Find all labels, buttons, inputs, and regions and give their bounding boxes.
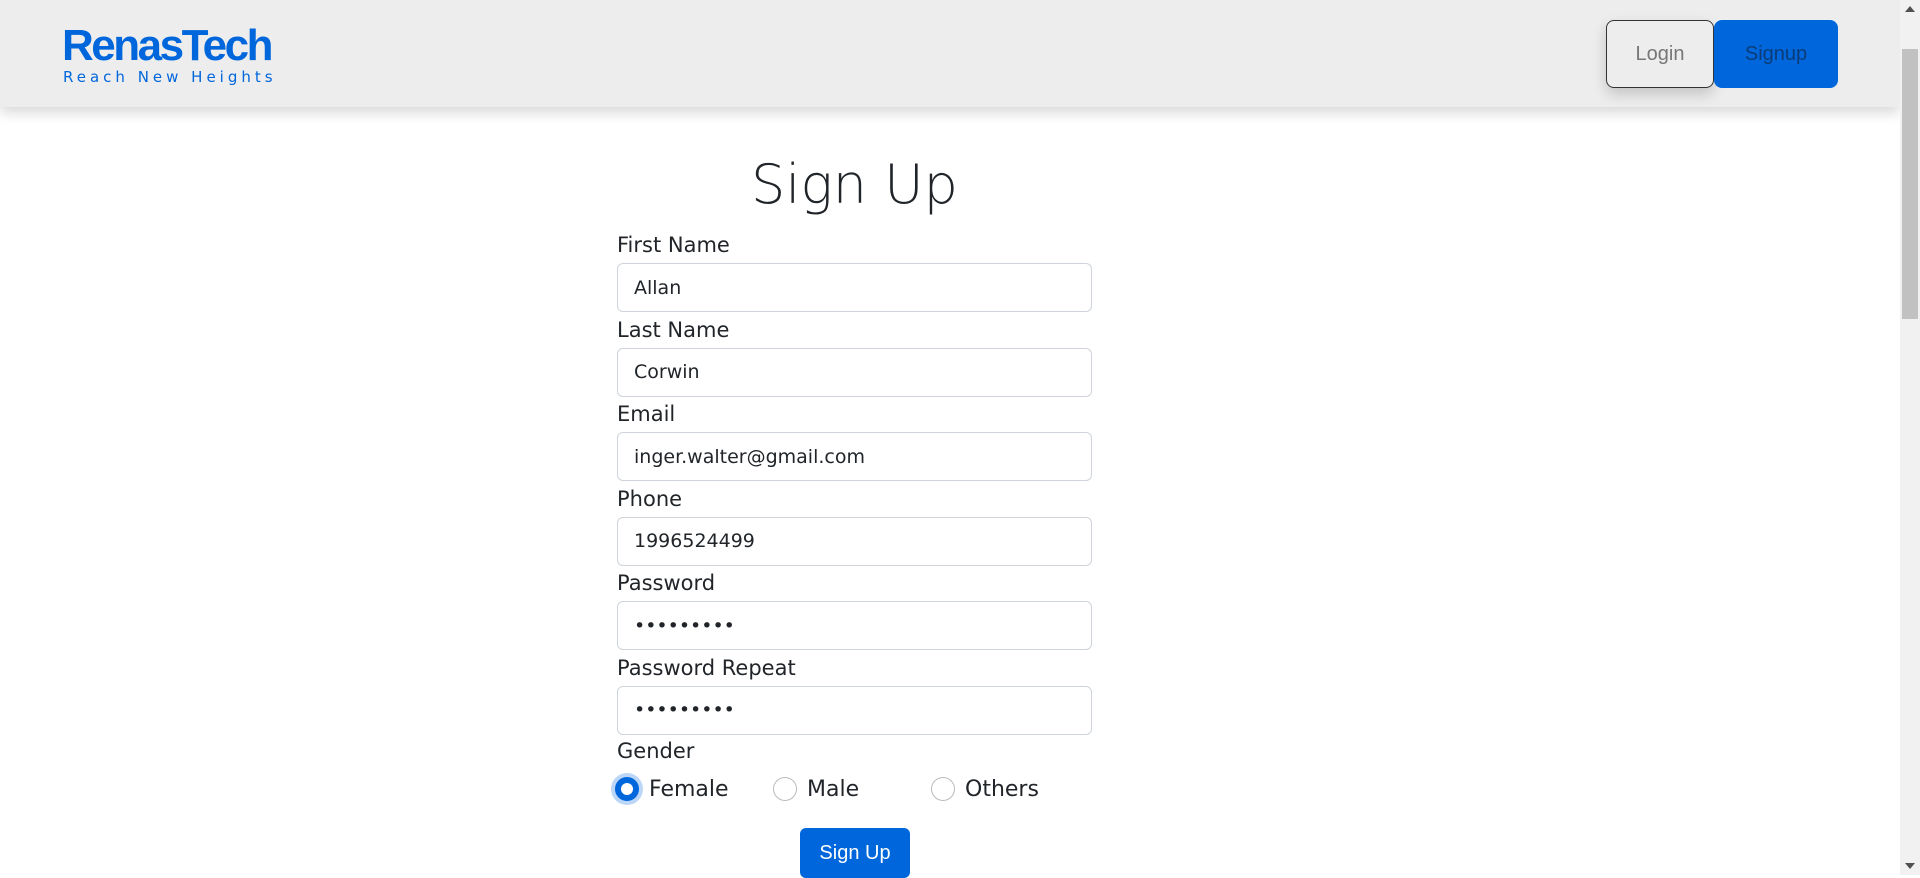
last-name-field: Last Name bbox=[617, 312, 1092, 397]
phone-input[interactable] bbox=[617, 516, 1092, 566]
gender-radio-female[interactable]: Female bbox=[615, 777, 773, 802]
email-label: Email bbox=[617, 402, 676, 426]
renastech-logo[interactable]: RenasTech Reach New Heights bbox=[62, 21, 277, 87]
gender-option-label: Male bbox=[807, 776, 860, 802]
email-input[interactable] bbox=[617, 432, 1092, 481]
scroll-up-arrow-icon[interactable] bbox=[1905, 6, 1915, 12]
logo-tagline: Reach New Heights bbox=[63, 68, 277, 86]
radio-unchecked-icon[interactable] bbox=[773, 777, 797, 801]
gender-radio-others[interactable]: Others bbox=[931, 777, 1039, 802]
radio-checked-icon[interactable] bbox=[615, 777, 639, 801]
password-repeat-input[interactable] bbox=[617, 685, 1092, 735]
password-repeat-field: Password Repeat bbox=[617, 650, 1092, 735]
first-name-label: First Name bbox=[617, 233, 730, 257]
signup-form: First Name Last Name Email Phone Passwor… bbox=[615, 227, 1092, 809]
gender-label: Gender bbox=[617, 739, 695, 763]
page-title: Sign Up bbox=[751, 153, 958, 216]
email-field: Email bbox=[617, 396, 1092, 481]
sign-up-submit-button[interactable]: Sign Up bbox=[800, 828, 910, 878]
password-repeat-label: Password Repeat bbox=[617, 655, 796, 680]
gender-option-label: Others bbox=[965, 776, 1039, 802]
gender-radio-group: Female Male Others bbox=[615, 769, 1092, 809]
signup-button[interactable]: Signup bbox=[1714, 20, 1838, 88]
navbar: RenasTech Reach New Heights Login Signup bbox=[0, 0, 1900, 107]
password-field: Password bbox=[617, 565, 1092, 650]
phone-field: Phone bbox=[617, 481, 1092, 566]
vertical-scrollbar[interactable] bbox=[1900, 0, 1920, 875]
logo-name: RenasTech bbox=[62, 21, 273, 70]
login-button[interactable]: Login bbox=[1606, 20, 1714, 88]
phone-label: Phone bbox=[617, 486, 683, 511]
radio-unchecked-icon[interactable] bbox=[931, 777, 955, 801]
first-name-field: First Name bbox=[617, 227, 1092, 312]
first-name-input[interactable] bbox=[617, 263, 1092, 312]
password-input[interactable] bbox=[617, 601, 1092, 650]
last-name-input[interactable] bbox=[617, 347, 1092, 397]
gender-option-label: Female bbox=[649, 776, 729, 802]
scrollbar-thumb[interactable] bbox=[1902, 49, 1918, 319]
password-label: Password bbox=[617, 571, 716, 595]
last-name-label: Last Name bbox=[617, 317, 730, 342]
gender-radio-male[interactable]: Male bbox=[773, 777, 931, 802]
scroll-down-arrow-icon[interactable] bbox=[1905, 863, 1915, 869]
